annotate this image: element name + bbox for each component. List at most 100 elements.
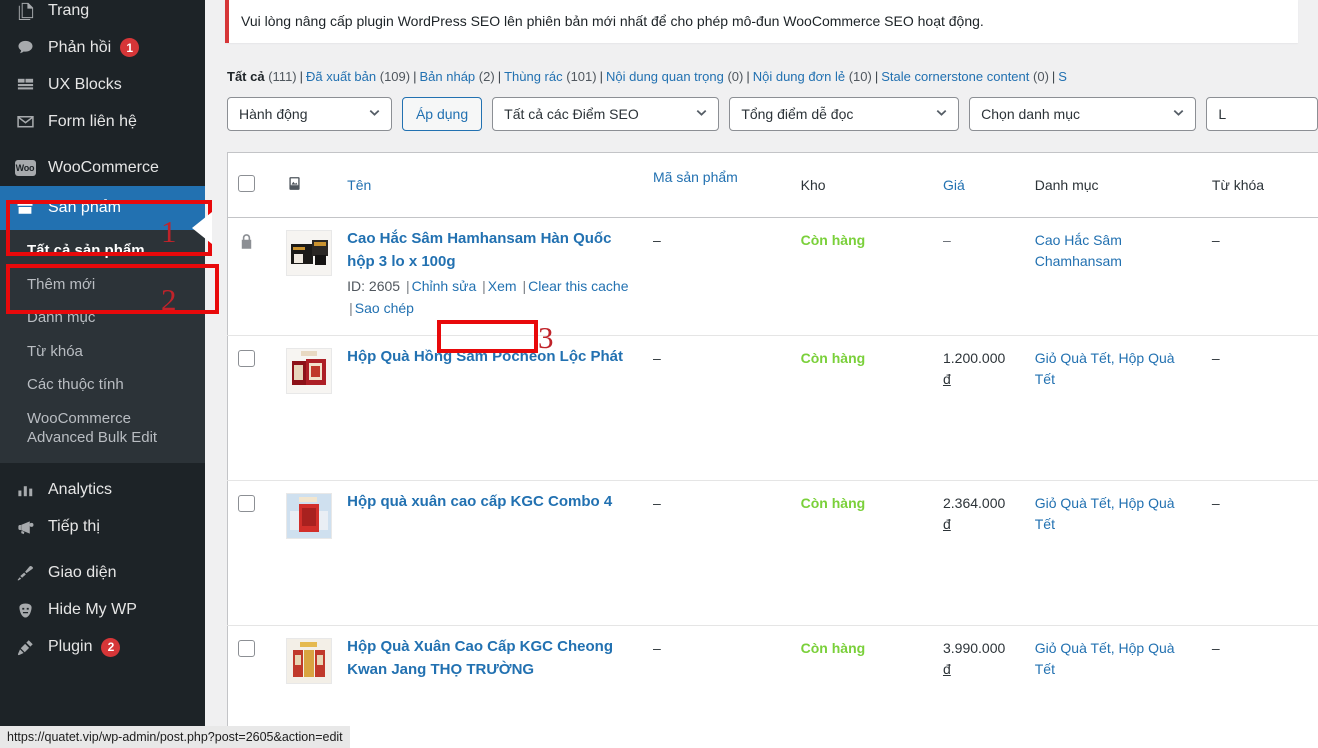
row-checkbox[interactable] — [238, 350, 255, 367]
submenu-add-new[interactable]: Thêm mới — [0, 268, 205, 302]
comments-icon — [14, 38, 36, 58]
product-thumbnail[interactable] — [286, 230, 332, 276]
view-link-cornerstone[interactable]: Nội dung quan trọng — [606, 69, 724, 84]
category-filter-value: Chọn danh mục — [981, 106, 1080, 122]
sku-value: – — [652, 640, 661, 656]
category-link[interactable]: Giỏ Quà Tết, Hộp Quà Tết — [1035, 640, 1175, 677]
sidebar-item-label: Plugin — [48, 638, 93, 655]
view-link-stale-cornerstone[interactable]: Stale cornerstone content — [881, 69, 1029, 84]
row-checkbox[interactable] — [238, 495, 255, 512]
select-all-checkbox[interactable] — [238, 175, 255, 192]
envelope-icon — [14, 112, 36, 132]
product-thumbnail[interactable] — [286, 638, 332, 684]
view-link-trash[interactable]: Thùng rác — [504, 69, 563, 84]
row-stock-cell: Còn hàng — [790, 335, 933, 481]
row-action-duplicate[interactable]: Sao chép — [355, 300, 414, 316]
row-action-view[interactable]: Xem — [488, 278, 517, 294]
sidebar-item-analytics[interactable]: Analytics — [0, 472, 205, 509]
submenu-tags[interactable]: Từ khóa — [0, 335, 205, 369]
submenu-categories[interactable]: Danh mục — [0, 301, 205, 335]
sku-value: – — [652, 232, 661, 248]
row-price-cell: 1.200.000 đ — [932, 335, 1025, 481]
sidebar-item-woocommerce[interactable]: Woo WooCommerce — [0, 149, 205, 186]
category-link[interactable]: Giỏ Quà Tết, Hộp Quà Tết — [1035, 495, 1175, 532]
row-name-cell: Hộp Quà Hồng Sâm Pocheon Lộc Phát — [337, 335, 643, 481]
status-url: https://quatet.vip/wp-admin/post.php?pos… — [7, 730, 343, 744]
stock-status: Còn hàng — [800, 495, 866, 511]
category-header: Danh mục — [1024, 152, 1202, 218]
sidebar-item-ux-blocks[interactable]: UX Blocks — [0, 66, 205, 103]
view-link-all[interactable]: Tất cả (111) — [227, 69, 297, 84]
product-id-label: ID: 2605 — [347, 278, 401, 294]
product-thumbnail[interactable] — [286, 493, 332, 539]
sidebar-item-label: UX Blocks — [48, 75, 122, 93]
view-count: (0) — [727, 69, 744, 84]
category-link[interactable]: Cao Hắc Sâm Chamhansam — [1035, 232, 1122, 269]
category-filter-select[interactable]: Chọn danh mục — [969, 97, 1197, 131]
submenu-attributes[interactable]: Các thuộc tính — [0, 368, 205, 402]
view-link-truncated[interactable]: S — [1058, 69, 1067, 84]
name-header: Tên — [337, 152, 643, 218]
extra-filter-value: L — [1218, 106, 1227, 122]
row-keyword-cell: – — [1201, 625, 1318, 748]
row-category-cell: Giỏ Quà Tết, Hộp Quà Tết — [1024, 625, 1202, 748]
keyword-value: – — [1211, 495, 1220, 511]
row-actions: ID: 2605 | Chỉnh sửa | Xem | Clear this cac… — [347, 278, 629, 317]
comments-count-badge: 1 — [120, 38, 140, 57]
seo-score-value: Tất cả các Điểm SEO — [504, 106, 639, 122]
chevron-down-icon — [694, 105, 709, 123]
submenu-all-products[interactable]: Tất cả sản phẩm — [0, 234, 205, 268]
image-column-icon — [286, 177, 303, 195]
apply-button[interactable]: Áp dụng — [401, 97, 483, 131]
keyword-header: Từ khóa — [1201, 152, 1318, 218]
extra-filter-select[interactable]: L — [1206, 97, 1318, 131]
stock-status: Còn hàng — [800, 350, 866, 366]
name-header-link[interactable]: Tên — [347, 177, 371, 193]
view-link-draft[interactable]: Bản nháp — [420, 69, 476, 84]
product-title-link[interactable]: Hộp Quà Xuân Cao Cấp KGC Cheong Kwan Jan… — [347, 638, 613, 678]
screen-root: Trang Phản hồi 1 UX Blocks Form liên hệ … — [0, 0, 1318, 748]
post-status-filter-links: Tất cả (111) | Đã xuất bản (109) | Bản nháp … — [227, 69, 1067, 84]
submenu-bulk-edit[interactable]: WooCommerce Advanced Bulk Edit — [0, 402, 205, 455]
brush-icon — [14, 563, 36, 583]
blocks-icon — [14, 75, 36, 95]
row-category-cell: Cao Hắc Sâm Chamhansam — [1025, 218, 1202, 336]
product-title-link[interactable]: Cao Hắc Sâm Hamhansam Hàn Quốc hộp 3 lo … — [347, 230, 611, 270]
product-title-link[interactable]: Hộp quà xuân cao cấp KGC Combo 4 — [347, 493, 612, 510]
row-stock-cell: Còn hàng — [790, 625, 933, 748]
sidebar-item-pages[interactable]: Trang — [0, 0, 205, 29]
megaphone-icon — [14, 517, 36, 537]
readability-filter-select[interactable]: Tổng điểm dễ đọc — [729, 97, 960, 131]
sidebar-item-label: Trang — [48, 1, 90, 19]
view-link-orphaned[interactable]: Nội dung đơn lẻ — [753, 69, 845, 84]
row-checkbox[interactable] — [238, 640, 255, 657]
lock-icon — [238, 234, 255, 254]
row-action-clear-cache[interactable]: Clear this cache — [528, 278, 628, 294]
row-sku-cell: – — [642, 335, 791, 481]
sidebar-item-hide-my-wp[interactable]: Hide My WP — [0, 592, 205, 629]
sidebar-item-plugins[interactable]: Plugin 2 — [0, 629, 205, 666]
seo-score-filter-select[interactable]: Tất cả các Điểm SEO — [492, 97, 720, 131]
row-price-cell: – — [933, 218, 1025, 336]
product-thumbnail[interactable] — [286, 348, 332, 394]
table-row: Hộp Quà Xuân Cao Cấp KGC Cheong Kwan Jan… — [227, 625, 1318, 748]
row-select-cell — [227, 480, 276, 626]
sku-header-link[interactable]: Mã sản phẩm — [653, 169, 738, 185]
bulk-action-select[interactable]: Hành động — [227, 97, 392, 131]
sku-header: Mã sản phẩm — [642, 152, 791, 218]
stock-status: Còn hàng — [800, 232, 866, 248]
product-title-link[interactable]: Hộp Quà Hồng Sâm Pocheon Lộc Phát — [347, 348, 623, 365]
sidebar-item-contact-form[interactable]: Form liên hệ — [0, 103, 205, 140]
sidebar-item-label: Analytics — [48, 481, 113, 498]
sidebar-item-appearance[interactable]: Giao diện — [0, 555, 205, 592]
row-action-edit[interactable]: Chỉnh sửa — [412, 278, 477, 294]
sidebar-item-marketing[interactable]: Tiếp thị — [0, 509, 205, 546]
price-header-link[interactable]: Giá — [943, 177, 965, 193]
view-link-published[interactable]: Đã xuất bản — [306, 69, 376, 84]
sidebar-item-label: Tiếp thị — [48, 518, 100, 535]
sidebar-item-comments[interactable]: Phản hồi 1 — [0, 29, 205, 66]
sidebar-item-products[interactable]: Sản phẩm — [0, 186, 205, 230]
products-submenu: Tất cả sản phẩm Thêm mới Danh mục Từ khó… — [0, 230, 205, 463]
category-link[interactable]: Giỏ Quà Tết, Hộp Quà Tết — [1035, 350, 1175, 387]
apply-label: Áp dụng — [415, 106, 469, 122]
